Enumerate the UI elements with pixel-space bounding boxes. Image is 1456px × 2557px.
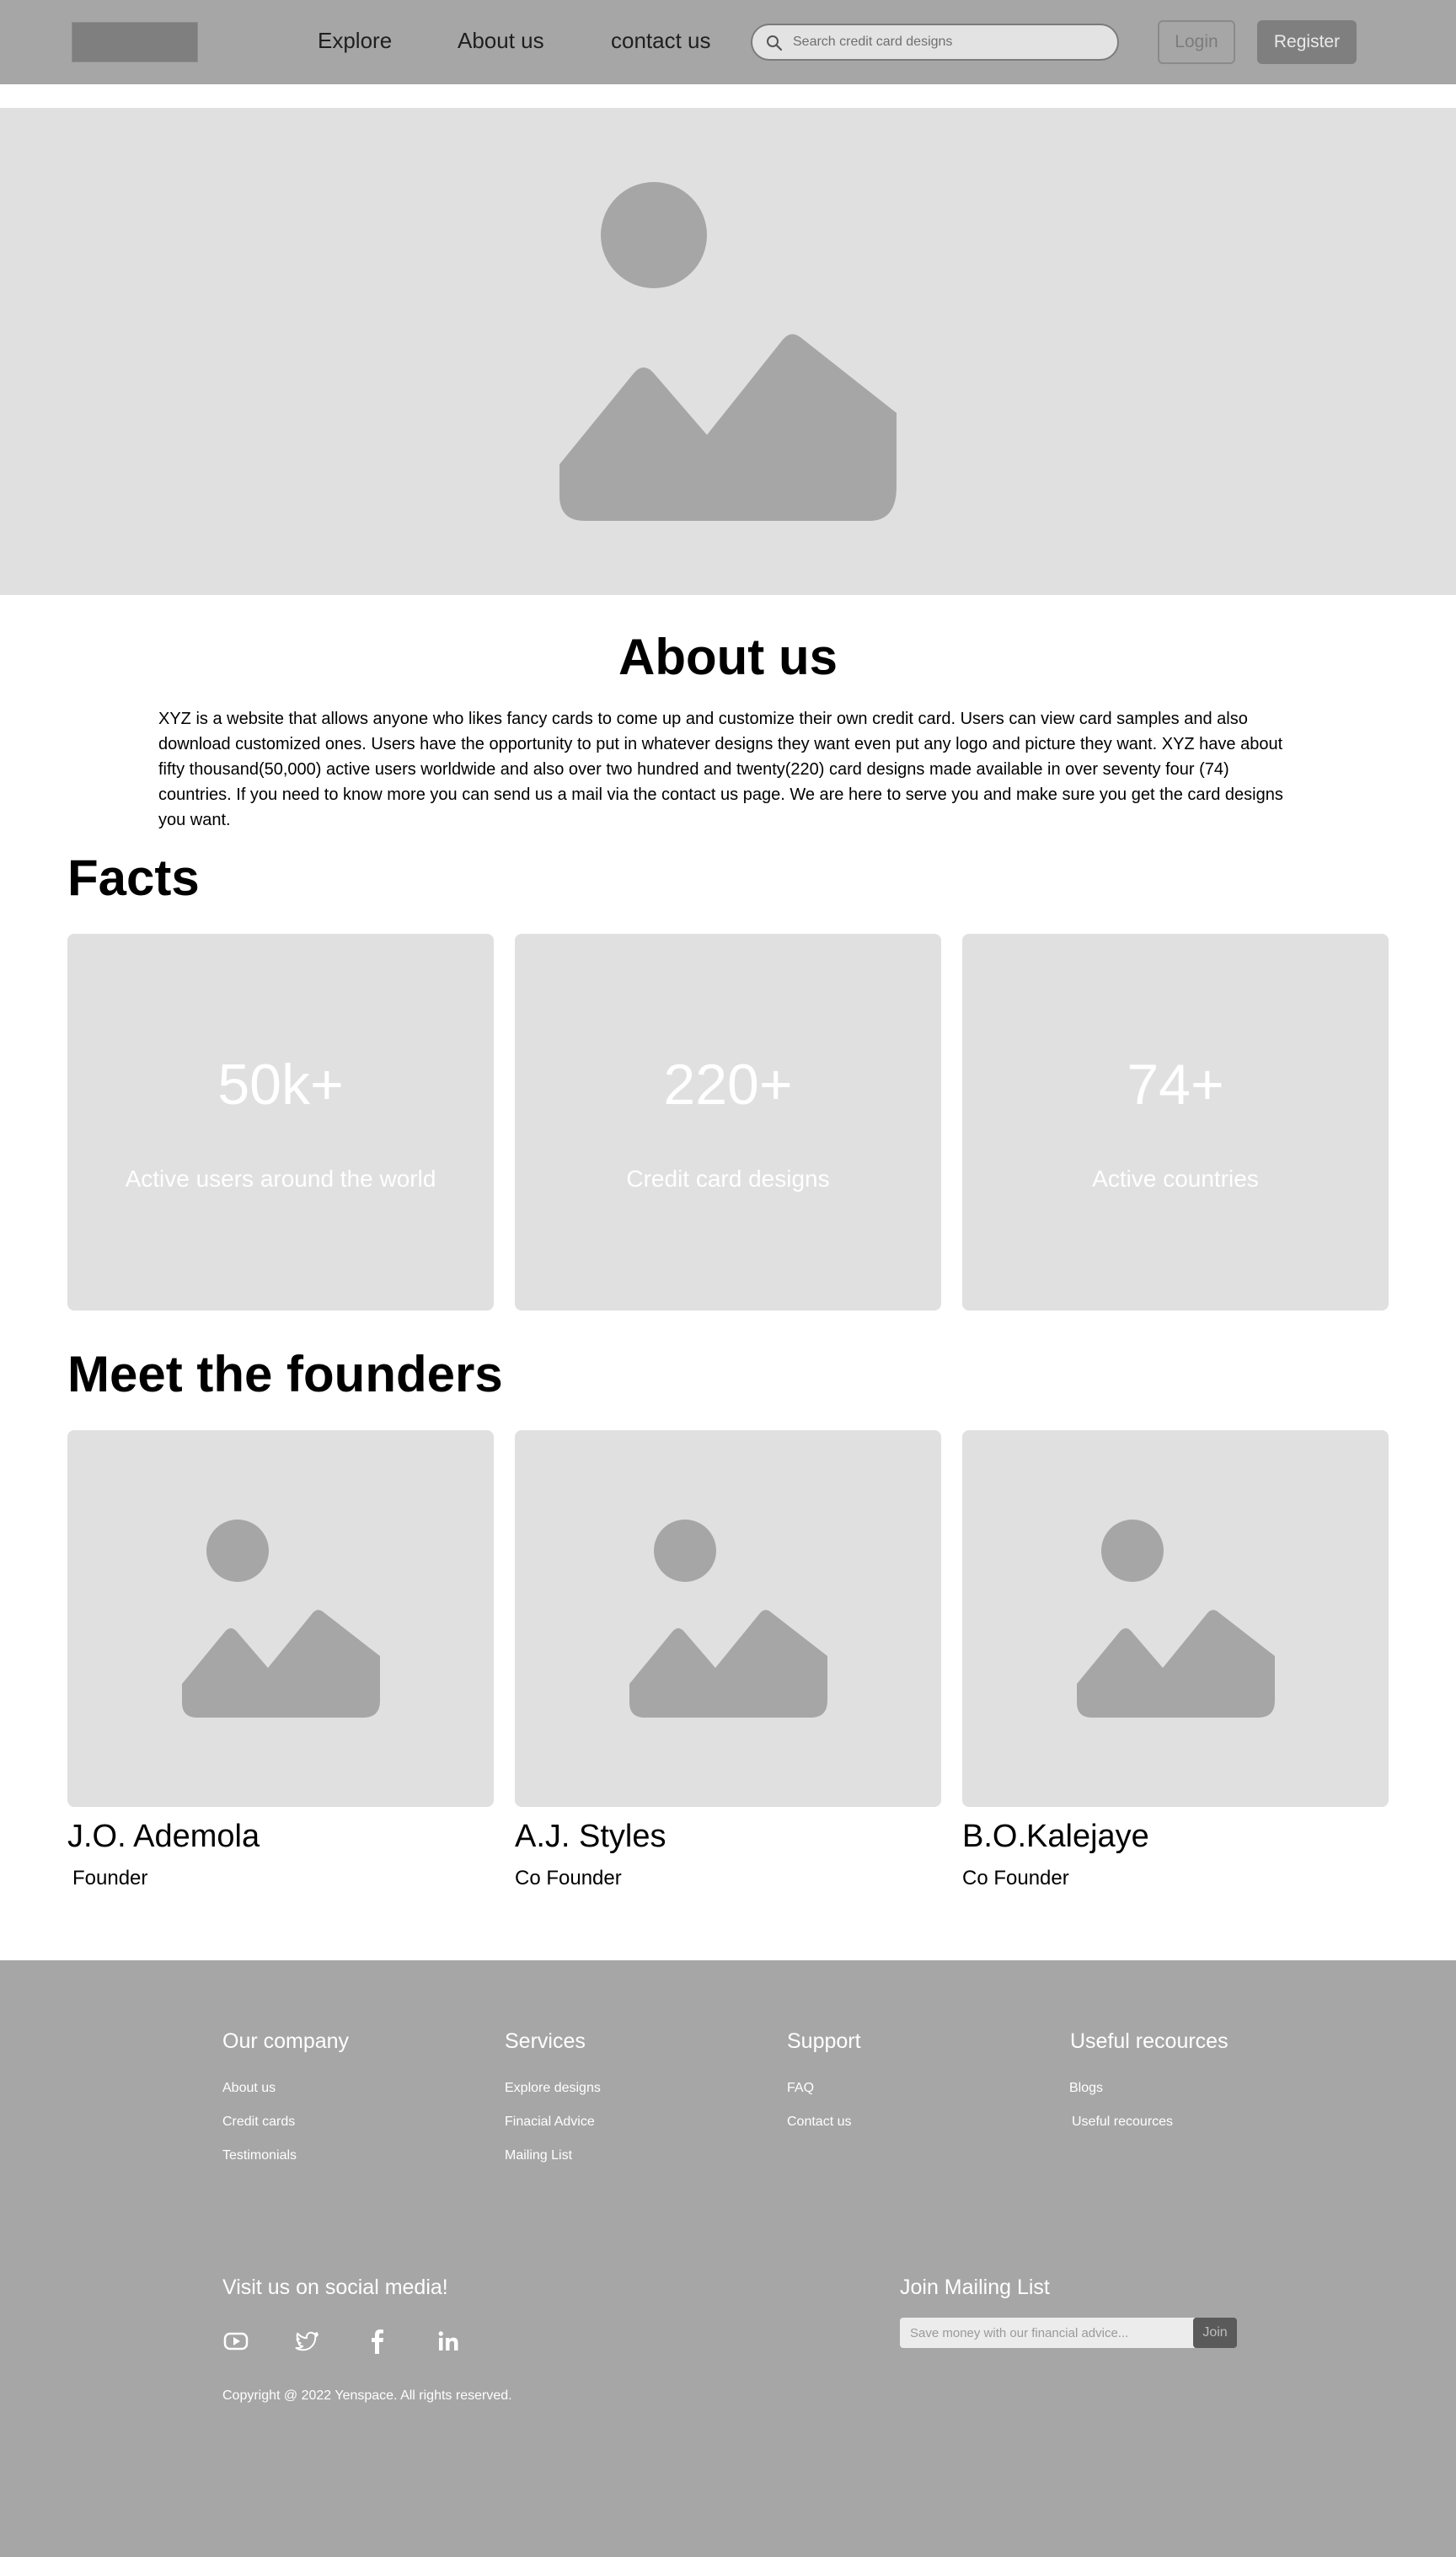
footer-link-financial-advice[interactable]: Finacial Advice	[505, 2115, 595, 2130]
founder-name: A.J. Styles	[515, 1819, 666, 1854]
facts-title: Facts	[67, 850, 200, 906]
site-header: Explore About us contact us Login Regist…	[0, 0, 1456, 84]
about-text: XYZ is a website that allows anyone who …	[158, 710, 1283, 829]
fact-value: 220+	[663, 1053, 793, 1117]
site-logo[interactable]	[72, 22, 198, 62]
join-button[interactable]: Join	[1193, 2318, 1237, 2348]
footer-heading-support: Support	[787, 2029, 861, 2053]
founder-name: B.O.Kalejaye	[962, 1819, 1149, 1854]
fact-value: 50k+	[217, 1053, 344, 1117]
nav-contact-us[interactable]: contact us	[611, 28, 711, 54]
image-placeholder-icon	[1077, 1520, 1275, 1718]
founder-photo	[515, 1430, 941, 1807]
login-button[interactable]: Login	[1158, 20, 1235, 64]
facebook-icon[interactable]	[364, 2328, 391, 2355]
fact-label: Active users around the world	[125, 1166, 436, 1192]
register-button[interactable]: Register	[1257, 20, 1357, 64]
footer-link-mailing-list[interactable]: Mailing List	[505, 2148, 572, 2163]
footer-link-blogs[interactable]: Blogs	[1069, 2081, 1103, 2096]
fact-card-designs: 220+ Credit card designs	[515, 934, 941, 1311]
founder-role: Co Founder	[962, 1867, 1069, 1890]
hero-image	[0, 108, 1456, 595]
image-placeholder-icon	[182, 1520, 380, 1718]
social-heading: Visit us on social media!	[222, 2276, 448, 2299]
footer-link-explore-designs[interactable]: Explore designs	[505, 2081, 601, 2096]
fact-card-users: 50k+ Active users around the world	[67, 934, 494, 1311]
founder-photo	[962, 1430, 1389, 1807]
search-input[interactable]	[793, 32, 1105, 52]
youtube-icon[interactable]	[222, 2328, 249, 2355]
footer-link-about-us[interactable]: About us	[222, 2081, 276, 2096]
nav-explore[interactable]: Explore	[318, 28, 392, 54]
footer-link-faq[interactable]: FAQ	[787, 2081, 814, 2096]
fact-card-countries: 74+ Active countries	[962, 934, 1389, 1311]
founder-photo	[67, 1430, 494, 1807]
footer-link-testimonials[interactable]: Testimonials	[222, 2148, 297, 2163]
founder-role: Co Founder	[515, 1867, 622, 1890]
founders-title: Meet the founders	[67, 1346, 503, 1402]
about-title: About us	[618, 629, 838, 685]
twitter-icon[interactable]	[293, 2328, 320, 2355]
fact-label: Credit card designs	[626, 1166, 830, 1192]
nav-about-us[interactable]: About us	[458, 28, 544, 54]
copyright-text: Copyright @ 2022 Yenspace. All rights re…	[222, 2388, 512, 2403]
founder-name: J.O. Ademola	[67, 1819, 260, 1854]
linkedin-icon[interactable]	[435, 2328, 462, 2355]
footer-heading-company: Our company	[222, 2029, 350, 2053]
footer-link-useful-resources[interactable]: Useful recources	[1072, 2115, 1173, 2130]
footer-link-contact-us[interactable]: Contact us	[787, 2115, 851, 2130]
founder-role: Founder	[72, 1867, 148, 1890]
image-placeholder-icon	[629, 1520, 827, 1718]
footer-heading-resources: Useful recources	[1070, 2029, 1228, 2053]
fact-value: 74+	[1127, 1053, 1224, 1117]
image-placeholder-icon	[559, 182, 897, 521]
mailing-email-input[interactable]	[900, 2318, 1195, 2348]
fact-label: Active countries	[1092, 1166, 1259, 1192]
site-footer	[0, 1960, 1456, 2557]
mailing-heading: Join Mailing List	[900, 2276, 1050, 2299]
search-bar	[751, 24, 1119, 61]
search-icon	[767, 35, 783, 51]
footer-heading-services: Services	[505, 2029, 586, 2053]
footer-link-credit-cards[interactable]: Credit cards	[222, 2115, 295, 2130]
